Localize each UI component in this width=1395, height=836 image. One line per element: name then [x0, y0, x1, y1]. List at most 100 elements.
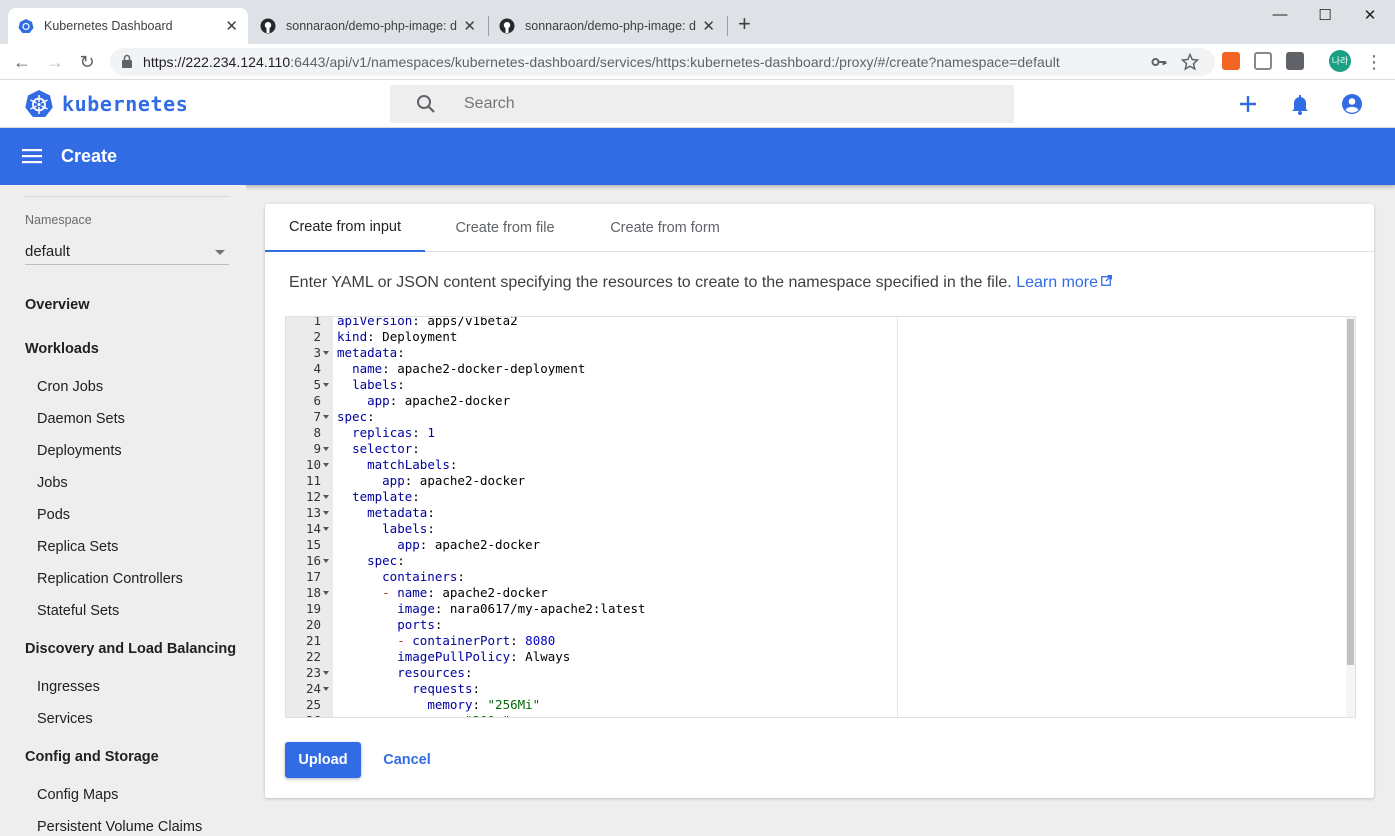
line-number: 7	[313, 409, 321, 424]
learn-more-link[interactable]: Learn more	[1016, 274, 1098, 291]
fold-arrow-icon[interactable]	[323, 383, 329, 387]
line-number: 8	[313, 425, 321, 440]
new-tab-button[interactable]: +	[738, 13, 751, 35]
editor-scrollbar-thumb[interactable]	[1347, 319, 1354, 665]
sidebar-item-replication-controllers[interactable]: Replication Controllers	[37, 571, 183, 587]
editor-line: 11 app: apache2-docker	[286, 473, 886, 489]
editor-scrollbar[interactable]	[1346, 317, 1355, 717]
sidebar-item-persistent-volume-claims[interactable]: Persistent Volume Claims	[37, 819, 202, 835]
reload-icon[interactable]: ↻	[75, 50, 99, 74]
close-window-icon[interactable]: ✕	[1360, 6, 1380, 24]
editor-print-margin	[897, 317, 898, 717]
logo-text: kubernetes	[62, 92, 189, 116]
editor-line: 2 kind: Deployment	[286, 329, 886, 345]
fold-arrow-icon[interactable]	[323, 671, 329, 675]
sidebar-section-discovery[interactable]: Discovery and Load Balancing	[25, 641, 236, 657]
lock-icon	[122, 54, 132, 68]
line-number: 10	[305, 457, 321, 472]
upload-button[interactable]: Upload	[285, 742, 361, 778]
sidebar-item-replica-sets[interactable]: Replica Sets	[37, 539, 118, 555]
divider	[25, 196, 229, 197]
line-number: 4	[313, 361, 321, 376]
fold-arrow-icon[interactable]	[323, 447, 329, 451]
hamburger-menu-icon[interactable]	[22, 146, 44, 166]
dropdown-arrow-icon	[215, 250, 225, 255]
fold-arrow-icon[interactable]	[323, 687, 329, 691]
browser-tab-github-1[interactable]: sonnaraon/demo-php-image: d ✕	[250, 8, 486, 44]
key-icon[interactable]	[1150, 53, 1168, 71]
minimize-icon[interactable]: —	[1270, 6, 1290, 23]
line-number: 18	[305, 585, 321, 600]
kubernetes-logo[interactable]: kubernetes	[24, 89, 188, 119]
line-number: 21	[305, 633, 321, 648]
maximize-icon[interactable]: ☐	[1315, 6, 1335, 24]
fold-arrow-icon[interactable]	[323, 415, 329, 419]
sidebar-item-services[interactable]: Services	[37, 711, 93, 727]
browser-menu-icon[interactable]: ⋮	[1362, 50, 1386, 74]
fold-arrow-icon[interactable]	[323, 495, 329, 499]
line-number: 20	[305, 617, 321, 632]
extension-rx-icon[interactable]	[1222, 52, 1240, 70]
sidebar-item-config-maps[interactable]: Config Maps	[37, 787, 118, 803]
line-number: 1	[313, 316, 321, 328]
sidebar-section-config-storage[interactable]: Config and Storage	[25, 749, 159, 765]
code-text: imagePullPolicy: Always	[397, 649, 571, 664]
sidebar-section-workloads[interactable]: Workloads	[25, 341, 99, 357]
extension-window-icon[interactable]	[1254, 52, 1272, 70]
fold-arrow-icon[interactable]	[323, 559, 329, 563]
namespace-select[interactable]: default	[25, 239, 229, 265]
close-tab-icon[interactable]: ✕	[463, 17, 476, 35]
open-in-new-icon[interactable]	[1101, 275, 1112, 286]
tab-create-from-file[interactable]: Create from file	[425, 204, 585, 252]
sidebar-item-daemon-sets[interactable]: Daemon Sets	[37, 411, 125, 427]
profile-avatar[interactable]: 나라	[1329, 50, 1351, 72]
cancel-button[interactable]: Cancel	[375, 742, 439, 778]
extension-i-icon[interactable]	[1286, 52, 1304, 70]
address-bar[interactable]: https://222.234.124.110:6443/api/v1/name…	[110, 48, 1215, 76]
star-icon[interactable]	[1181, 53, 1199, 71]
close-tab-icon[interactable]: ✕	[702, 17, 715, 35]
forward-icon[interactable]: →	[43, 50, 67, 74]
code-text: containers:	[382, 569, 465, 584]
line-number: 19	[305, 601, 321, 616]
sidebar-item-pods[interactable]: Pods	[37, 507, 70, 523]
sidebar-item-cron-jobs[interactable]: Cron Jobs	[37, 379, 103, 395]
browser-tab-github-2[interactable]: sonnaraon/demo-php-image: d ✕	[489, 8, 725, 44]
notifications-bell-icon[interactable]	[1288, 92, 1312, 116]
sidebar-item-stateful-sets[interactable]: Stateful Sets	[37, 603, 119, 619]
add-resource-icon[interactable]	[1236, 92, 1260, 116]
fold-arrow-icon[interactable]	[323, 463, 329, 467]
code-text: app: apache2-docker	[367, 393, 511, 408]
page-appbar: Create	[0, 128, 1395, 185]
editor-line: 26 cpu: "200m"	[286, 713, 886, 717]
line-number: 6	[313, 393, 321, 408]
line-number: 14	[305, 521, 321, 536]
back-icon[interactable]: ←	[10, 50, 34, 74]
fold-arrow-icon[interactable]	[323, 591, 329, 595]
sidebar-item-ingresses[interactable]: Ingresses	[37, 679, 100, 695]
line-number: 12	[305, 489, 321, 504]
tab-create-from-form[interactable]: Create from form	[585, 204, 745, 252]
sidebar-item-overview[interactable]: Overview	[25, 297, 90, 313]
sidebar-item-jobs[interactable]: Jobs	[37, 475, 68, 491]
browser-tab-kubernetes-dashboard[interactable]: Kubernetes Dashboard ✕	[8, 8, 248, 44]
tab-create-from-input[interactable]: Create from input	[265, 204, 425, 252]
url-text: https://222.234.124.110:6443/api/v1/name…	[143, 54, 1060, 70]
yaml-editor[interactable]: 1 apiVersion: apps/v1beta2 2 kind: Deployme…	[285, 316, 1356, 718]
sidebar-item-deployments[interactable]: Deployments	[37, 443, 122, 459]
line-number: 13	[305, 505, 321, 520]
description-text: Enter YAML or JSON content specifying th…	[289, 274, 1012, 291]
namespace-label: Namespace	[25, 213, 92, 227]
search-box[interactable]	[390, 85, 1014, 123]
close-tab-icon[interactable]: ✕	[225, 17, 238, 35]
fold-arrow-icon[interactable]	[323, 511, 329, 515]
code-text: apiVersion: apps/v1beta2	[337, 316, 518, 328]
fold-arrow-icon[interactable]	[323, 351, 329, 355]
editor-code: 1 apiVersion: apps/v1beta2 2 kind: Deployme…	[286, 316, 886, 717]
code-text: - name: apache2-docker	[382, 585, 548, 600]
editor-line: 5 labels:	[286, 377, 886, 393]
fold-arrow-icon[interactable]	[323, 527, 329, 531]
account-circle-icon[interactable]	[1340, 92, 1364, 116]
search-input[interactable]	[464, 93, 984, 115]
tab-title: sonnaraon/demo-php-image: d	[525, 19, 696, 33]
